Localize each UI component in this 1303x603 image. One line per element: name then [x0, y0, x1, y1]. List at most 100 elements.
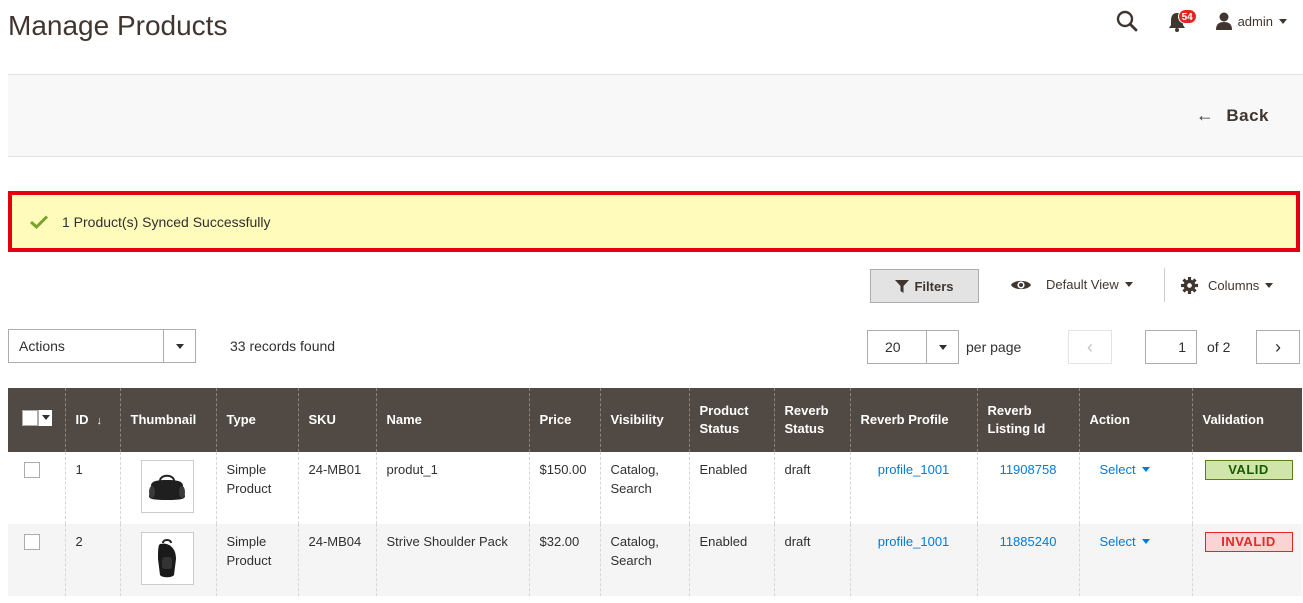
column-header-sku[interactable]: SKU — [297, 388, 376, 452]
user-menu[interactable]: admin — [1215, 12, 1287, 30]
back-button[interactable]: ← Back — [1196, 105, 1269, 126]
cell-visibility: Catalog, Search — [599, 452, 689, 524]
user-icon — [1215, 12, 1232, 30]
back-label: Back — [1226, 105, 1269, 125]
backpack-icon — [158, 538, 176, 577]
column-header-reverb-profile[interactable]: Reverb Profile — [849, 388, 977, 452]
cell-price: $32.00 — [528, 524, 600, 596]
row-checkbox[interactable] — [24, 534, 40, 550]
mass-select-checkbox[interactable] — [22, 409, 52, 426]
prev-page-button[interactable]: ‹ — [1068, 330, 1112, 364]
columns-label: Columns — [1208, 278, 1260, 293]
chevron-down-icon — [38, 409, 52, 426]
records-count: 33 records found — [230, 338, 336, 354]
chevron-down-icon — [1141, 467, 1150, 472]
toolbar-divider — [1164, 268, 1165, 302]
cell-product-status: Enabled — [688, 452, 774, 524]
per-page-select[interactable]: 20 — [867, 330, 959, 364]
checkmark-icon — [30, 214, 48, 229]
view-label: Default View — [1046, 277, 1119, 292]
chevron-down-icon — [1141, 539, 1150, 544]
per-page-label: per page — [966, 339, 1022, 355]
cell-price: $150.00 — [528, 452, 600, 524]
column-header-visibility[interactable]: Visibility — [599, 388, 689, 452]
page-actions-bar: ← Back — [8, 74, 1303, 157]
cell-reverb-status: draft — [773, 452, 850, 524]
page-number-input[interactable]: 1 — [1145, 330, 1197, 364]
column-header-price[interactable]: Price — [528, 388, 600, 452]
reverb-profile-link[interactable]: profile_1001 — [878, 534, 950, 549]
mass-actions-dropdown[interactable]: Actions — [8, 329, 196, 363]
per-page-toggle[interactable] — [926, 331, 958, 363]
column-header-type[interactable]: Type — [215, 388, 298, 452]
column-header-validation[interactable]: Validation — [1191, 388, 1302, 452]
sort-arrow-icon: ↓ — [96, 414, 103, 427]
cell-sku: 24-MB01 — [297, 452, 376, 524]
cell-id: 2 — [64, 524, 120, 596]
chevron-left-icon: ‹ — [1087, 336, 1093, 357]
notification-count-badge: 54 — [1177, 9, 1197, 24]
product-thumbnail[interactable] — [140, 460, 194, 513]
row-action-select[interactable]: Select — [1100, 532, 1182, 551]
product-thumbnail[interactable] — [140, 532, 194, 585]
cell-type: Simple Product — [215, 524, 298, 596]
page-title: Manage Products — [8, 10, 228, 41]
success-message: 1 Product(s) Synced Successfully — [8, 191, 1300, 252]
duffle-bag-icon — [149, 474, 185, 500]
search-icon[interactable] — [1116, 10, 1138, 32]
reverb-listing-link[interactable]: 11885240 — [1000, 534, 1057, 549]
filters-button[interactable]: Filters — [870, 269, 979, 303]
cell-reverb-status: draft — [773, 524, 850, 596]
cell-visibility: Catalog, Search — [599, 524, 689, 596]
column-header-name[interactable]: Name — [375, 388, 529, 452]
table-row: 1 Simple Product 24-MB01 produt_1 $150.0… — [8, 452, 1302, 524]
reverb-profile-link[interactable]: profile_1001 — [878, 462, 950, 477]
row-action-label: Select — [1099, 534, 1136, 549]
reverb-listing-link[interactable]: 11908758 — [1000, 462, 1057, 477]
column-label: ID — [75, 411, 89, 427]
mass-actions-label: Actions — [19, 338, 65, 354]
column-header-id[interactable]: ID ↓ — [64, 388, 120, 452]
validation-badge: INVALID — [1204, 532, 1293, 552]
columns-selector[interactable]: Columns — [1181, 277, 1274, 294]
view-selector[interactable]: Default View — [1010, 277, 1133, 292]
chevron-down-icon — [1124, 282, 1133, 287]
filter-icon — [895, 279, 910, 293]
validation-badge: VALID — [1204, 460, 1293, 480]
chevron-down-icon — [175, 343, 184, 349]
column-header-reverb-status[interactable]: Reverb Status — [773, 388, 850, 452]
products-grid: ID ↓ Thumbnail Type SKU Name Price Visibi… — [8, 388, 1302, 596]
chevron-down-icon — [1265, 283, 1274, 288]
row-action-label: Select — [1099, 462, 1136, 477]
cell-id: 1 — [64, 452, 120, 524]
row-action-select[interactable]: Select — [1100, 460, 1182, 479]
gear-icon — [1181, 277, 1198, 294]
chevron-down-icon — [938, 344, 947, 350]
cell-name: produt_1 — [375, 452, 529, 524]
mass-actions-toggle[interactable] — [163, 330, 195, 362]
user-name: admin — [1237, 13, 1273, 29]
chevron-down-icon — [1279, 18, 1287, 24]
column-header-action: Action — [1078, 388, 1192, 452]
table-header-row: ID ↓ Thumbnail Type SKU Name Price Visibi… — [8, 388, 1302, 452]
header-actions: 54 admin — [1116, 8, 1287, 34]
column-header-thumbnail: Thumbnail — [119, 388, 216, 452]
notifications-button[interactable]: 54 — [1168, 9, 1197, 32]
checkbox-box — [22, 409, 38, 426]
mass-select-header[interactable] — [8, 388, 65, 452]
arrow-left-icon: ← — [1195, 105, 1215, 125]
page-total: of 2 — [1207, 339, 1231, 355]
success-message-text: 1 Product(s) Synced Successfully — [62, 213, 271, 230]
cell-product-status: Enabled — [688, 524, 774, 596]
next-page-button[interactable]: › — [1256, 330, 1300, 364]
cell-type: Simple Product — [215, 452, 298, 524]
cell-sku: 24-MB04 — [297, 524, 376, 596]
per-page-value: 20 — [885, 339, 901, 355]
eye-icon — [1011, 280, 1031, 289]
filters-label: Filters — [914, 278, 954, 294]
row-checkbox[interactable] — [24, 462, 40, 478]
column-header-reverb-listing-id[interactable]: Reverb Listing Id — [976, 388, 1079, 452]
chevron-right-icon: › — [1275, 336, 1281, 357]
cell-name: Strive Shoulder Pack — [375, 524, 529, 596]
column-header-product-status[interactable]: Product Status — [688, 388, 774, 452]
